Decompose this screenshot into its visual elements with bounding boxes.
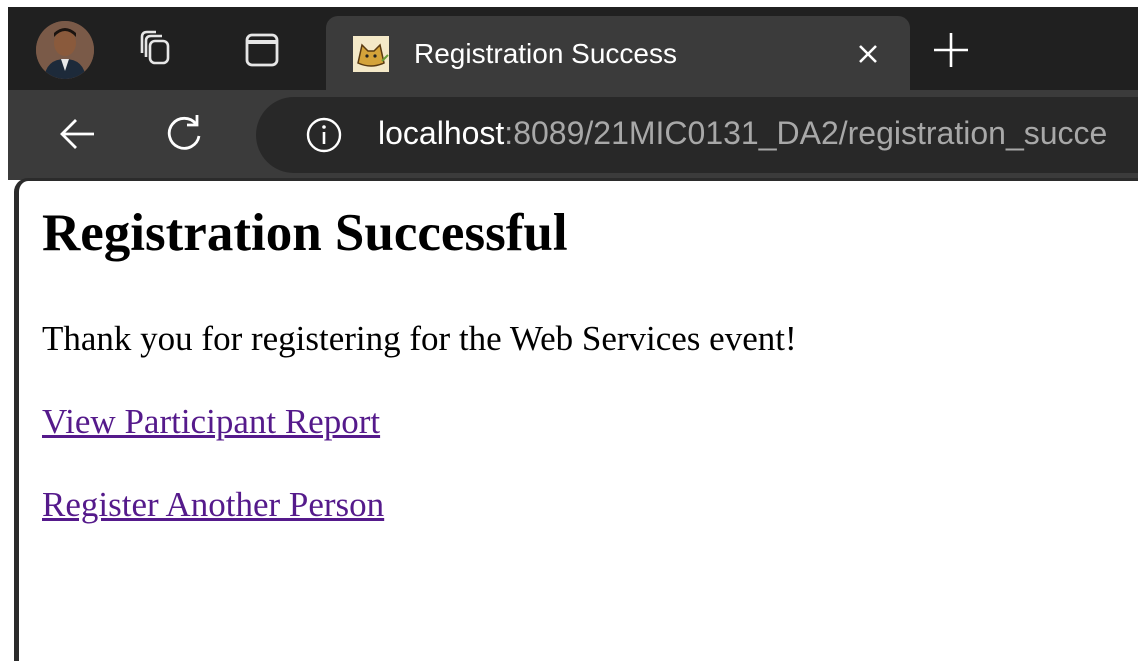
profile-avatar[interactable] — [36, 21, 94, 79]
profile-avatar-image — [36, 21, 94, 79]
tab-title: Registration Success — [414, 38, 678, 69]
view-participant-report-link[interactable]: View Participant Report — [42, 400, 380, 444]
thank-you-message: Thank you for registering for the Web Se… — [42, 319, 797, 358]
tab-bar: Registration Success — [8, 7, 1138, 92]
page-title: Registration Successful — [42, 204, 568, 262]
url-path: :8089/21MIC0131_DA2/registration_succe — [504, 115, 1108, 151]
site-info-icon[interactable] — [304, 115, 344, 155]
url-text: localhost:8089/21MIC0131_DA2/registratio… — [378, 113, 1107, 153]
workspaces-icon[interactable] — [136, 27, 182, 73]
register-another-person-link[interactable]: Register Another Person — [42, 483, 384, 527]
back-arrow-icon[interactable] — [54, 110, 102, 158]
tomcat-icon — [352, 35, 390, 73]
browser-chrome: Registration Success localhost:8089/21MI… — [0, 0, 1138, 183]
page-viewport: Registration Successful Thank you for re… — [14, 178, 1138, 661]
refresh-icon[interactable] — [160, 110, 208, 158]
close-tab-icon[interactable] — [850, 36, 886, 72]
toolbar: localhost:8089/21MIC0131_DA2/registratio… — [8, 90, 1138, 180]
tab-registration-success[interactable]: Registration Success — [326, 16, 910, 92]
address-bar[interactable]: localhost:8089/21MIC0131_DA2/registratio… — [256, 97, 1138, 173]
vertical-tabs-icon[interactable] — [240, 27, 286, 73]
new-tab-icon[interactable] — [928, 27, 974, 73]
url-host: localhost — [378, 115, 505, 151]
